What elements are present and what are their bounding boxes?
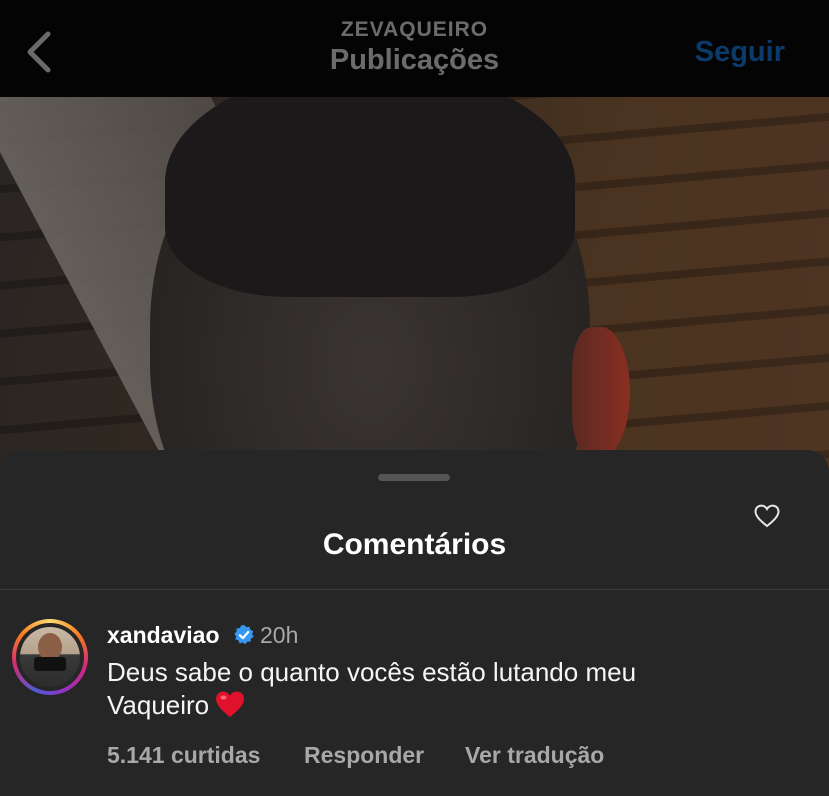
reply-button[interactable]: Responder — [304, 742, 424, 769]
comment-item: xandaviao 20h Deus sabe o quanto vocês e… — [0, 590, 829, 796]
comment-timestamp: 20h — [260, 622, 299, 648]
top-bar: ZEVAQUEIRO Publicações Seguir — [0, 0, 829, 97]
comment-text: Deus sabe o quanto vocês estão lutando m… — [107, 656, 727, 722]
follow-button[interactable]: Seguir — [695, 36, 785, 69]
camera-icon — [34, 657, 66, 671]
avatar-story-ring[interactable] — [12, 619, 88, 695]
see-translation-button[interactable]: Ver tradução — [465, 742, 604, 769]
comments-title: Comentários — [322, 528, 507, 561]
like-heart-icon[interactable] — [754, 504, 780, 528]
verified-badge-icon — [234, 624, 254, 645]
comment-username[interactable]: xandaviao — [107, 622, 220, 649]
comments-sheet: Comentários xandaviao 20h Deus sabe o qu… — [0, 450, 829, 796]
sheet-grabber-handle[interactable] — [378, 474, 450, 481]
video-frame[interactable] — [0, 97, 829, 497]
comment-likes-count[interactable]: 5.141 curtidas — [107, 742, 260, 769]
red-heart-emoji-icon — [216, 691, 245, 717]
avatar-photo — [20, 627, 80, 687]
comment-text-content: Deus sabe o quanto vocês estão lutando m… — [107, 657, 637, 720]
video-person-hair — [165, 97, 575, 297]
avatar[interactable] — [16, 623, 84, 691]
video-person-ear — [572, 327, 630, 457]
